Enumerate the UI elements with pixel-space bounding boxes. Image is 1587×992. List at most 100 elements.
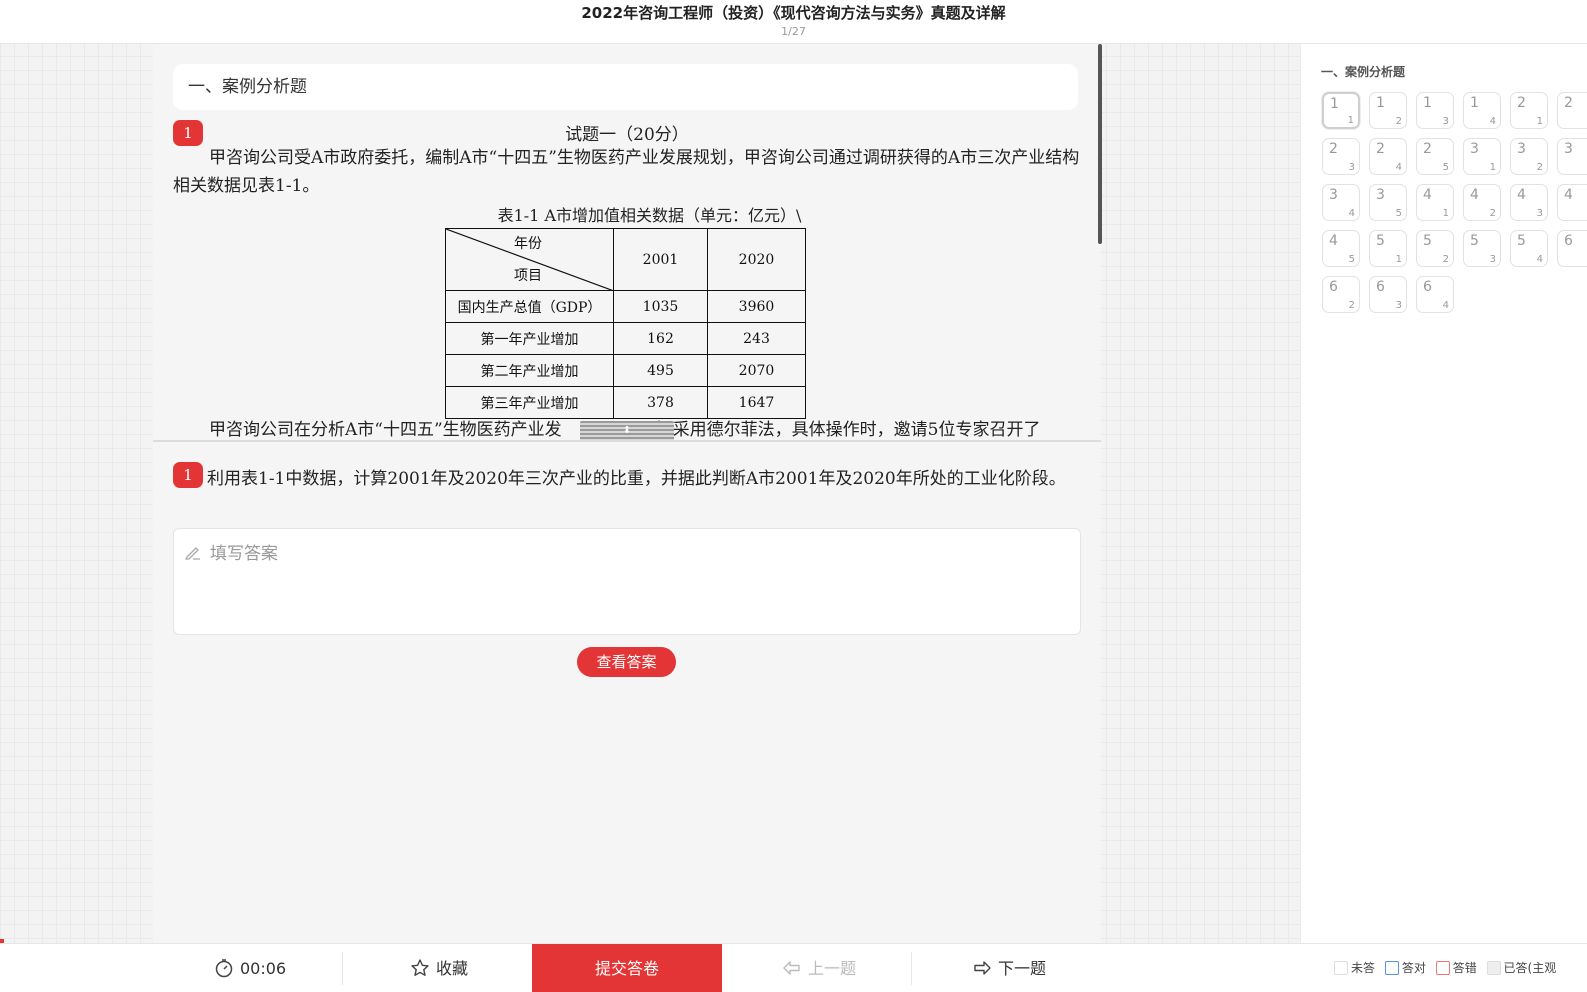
data-table: 年份 项目 2001 2020 国内生产总值（GDP） 1035 3960 第一… [445, 228, 806, 419]
question-nav-cell[interactable]: 51 [1369, 230, 1407, 267]
nav-cell-number: 3 [1329, 187, 1338, 203]
table-row: 第二年产业增加 495 2070 [445, 354, 806, 387]
previous-question-button[interactable]: 上一题 [782, 944, 856, 992]
scrollbar-thumb[interactable] [1098, 44, 1102, 244]
answer-placeholder: 填写答案 [210, 544, 278, 564]
nav-cell-subnumber: 4 [1442, 300, 1449, 311]
question-nav-cell[interactable]: 3 [1557, 138, 1587, 175]
bottom-toolbar: 00:06 收藏 提交答卷 上一题 下一题 未答 答对 答错 已答(主观 [0, 943, 1587, 992]
nav-cell-subnumber: 1 [1489, 162, 1496, 173]
legend-answered-subjective: 已答(主观 [1503, 961, 1557, 975]
nav-cell-number: 5 [1423, 233, 1432, 249]
navigator-section-title: 一、案例分析题 [1321, 65, 1406, 79]
nav-cell-number: 1 [1376, 95, 1385, 111]
stopwatch-icon [215, 958, 233, 977]
question-nav-cell[interactable]: 6 [1557, 230, 1587, 267]
cell-value: 243 [707, 322, 806, 355]
favorite-button[interactable]: 收藏 [410, 944, 468, 992]
nav-cell-number: 2 [1423, 141, 1432, 157]
exam-title: 2022年咨询工程师（投资）《现代咨询方法与实务》真题及详解 [581, 4, 1006, 22]
question-nav-cell[interactable]: 2 [1557, 92, 1587, 129]
row-label: 国内生产总值（GDP） [445, 290, 614, 323]
question-card: 一、案例分析题 1 试题一（20分） 甲咨询公司受A市政府委托，编制A市“十四五… [153, 44, 1101, 943]
question-nav-cell[interactable]: 21 [1510, 92, 1548, 129]
nav-cell-number: 3 [1376, 187, 1385, 203]
nav-cell-number: 2 [1517, 95, 1526, 111]
question-navigator: 一、案例分析题 11121314212232425313233435414243… [1300, 44, 1587, 943]
sub-question-badge: 1 [173, 462, 203, 488]
question-nav-cell[interactable]: 4 [1557, 184, 1587, 221]
question-nav-cell[interactable]: 41 [1416, 184, 1454, 221]
nav-cell-number: 6 [1564, 233, 1573, 249]
legend-correct: 答对 [1401, 961, 1426, 975]
question-nav-cell[interactable]: 11 [1322, 92, 1360, 129]
nav-cell-subnumber: 2 [1442, 254, 1449, 265]
page-indicator: 1/27 [781, 25, 806, 38]
question-nav-cell[interactable]: 14 [1463, 92, 1501, 129]
question-nav-cell[interactable]: 62 [1322, 276, 1360, 313]
diagonal-header-cell: 年份 项目 [445, 228, 614, 291]
timer: 00:06 [214, 944, 286, 992]
edge-marker [0, 939, 4, 943]
nav-cell-number: 6 [1423, 279, 1432, 295]
nav-cell-subnumber: 2 [1348, 300, 1355, 311]
next-question-button[interactable]: 下一题 [972, 944, 1046, 992]
question-paragraph-1: 甲咨询公司受A市政府委托，编制A市“十四五”生物医药产业发展规划，甲咨询公司通过… [173, 148, 1080, 196]
question-stem-pane[interactable]: 一、案例分析题 1 试题一（20分） 甲咨询公司受A市政府委托，编制A市“十四五… [153, 44, 1101, 441]
table-row: 第一年产业增加 162 243 [445, 322, 806, 355]
question-nav-cell[interactable]: 43 [1510, 184, 1548, 221]
arrow-right-icon [974, 960, 991, 975]
section-header: 一、案例分析题 [173, 64, 1078, 110]
legend-swatch-correct [1384, 960, 1399, 975]
question-nav-cell[interactable]: 52 [1416, 230, 1454, 267]
legend-wrong: 答错 [1452, 961, 1477, 975]
question-nav-cell[interactable]: 42 [1463, 184, 1501, 221]
question-nav-cell[interactable]: 45 [1322, 230, 1360, 267]
question-nav-cell[interactable]: 32 [1510, 138, 1548, 175]
question-nav-cell[interactable]: 54 [1510, 230, 1548, 267]
nav-cell-number: 4 [1329, 233, 1338, 249]
answer-input[interactable]: 填写答案 [173, 528, 1081, 635]
nav-cell-subnumber: 1 [1395, 254, 1402, 265]
nav-cell-subnumber: 4 [1348, 208, 1355, 219]
star-icon [411, 958, 429, 976]
nav-cell-subnumber: 4 [1395, 162, 1402, 173]
question-nav-cell[interactable]: 63 [1369, 276, 1407, 313]
toolbar-separator [911, 952, 912, 985]
nav-cell-number: 3 [1517, 141, 1526, 157]
question-nav-cell[interactable]: 24 [1369, 138, 1407, 175]
pane-resize-handle[interactable]: ⬍ [580, 421, 674, 441]
nav-cell-subnumber: 3 [1442, 116, 1449, 127]
table-caption: 表1-1 A市增加值相关数据（单元：亿元）\ [497, 206, 802, 225]
question-nav-cell[interactable]: 35 [1369, 184, 1407, 221]
question-nav-cell[interactable]: 25 [1416, 138, 1454, 175]
nav-cell-subnumber: 5 [1395, 208, 1402, 219]
submit-exam-button[interactable]: 提交答卷 [532, 944, 722, 992]
diag-label-year: 年份 [514, 236, 542, 252]
nav-cell-subnumber: 3 [1395, 300, 1402, 311]
nav-cell-number: 2 [1329, 141, 1338, 157]
nav-cell-number: 3 [1470, 141, 1479, 157]
view-answer-button[interactable]: 查看答案 [577, 647, 676, 677]
paragraph-2-right: 拟采用德尔菲法，具体操作时，邀请5位专家召开了 [655, 420, 1041, 440]
question-nav-cell[interactable]: 13 [1416, 92, 1454, 129]
nav-cell-number: 2 [1376, 141, 1385, 157]
question-nav-cell[interactable]: 53 [1463, 230, 1501, 267]
question-nav-cell[interactable]: 23 [1322, 138, 1360, 175]
toolbar-separator [342, 952, 343, 985]
nav-cell-number: 5 [1376, 233, 1385, 249]
paragraph-2-left: 甲咨询公司在分析A市“十四五”生物医药产业发 [209, 420, 562, 440]
nav-cell-subnumber: 1 [1347, 115, 1354, 126]
question-nav-cell[interactable]: 31 [1463, 138, 1501, 175]
question-nav-cell[interactable]: 12 [1369, 92, 1407, 129]
cell-value: 162 [613, 322, 708, 355]
year-header: 2001 [613, 228, 708, 291]
question-nav-cell[interactable]: 64 [1416, 276, 1454, 313]
cell-value: 378 [613, 386, 708, 419]
question-title: 试题一（20分） [565, 125, 689, 145]
question-nav-cell[interactable]: 34 [1322, 184, 1360, 221]
nav-cell-number: 1 [1470, 95, 1479, 111]
nav-cell-subnumber: 5 [1348, 254, 1355, 265]
nav-cell-subnumber: 2 [1489, 208, 1496, 219]
nav-cell-number: 6 [1376, 279, 1385, 295]
